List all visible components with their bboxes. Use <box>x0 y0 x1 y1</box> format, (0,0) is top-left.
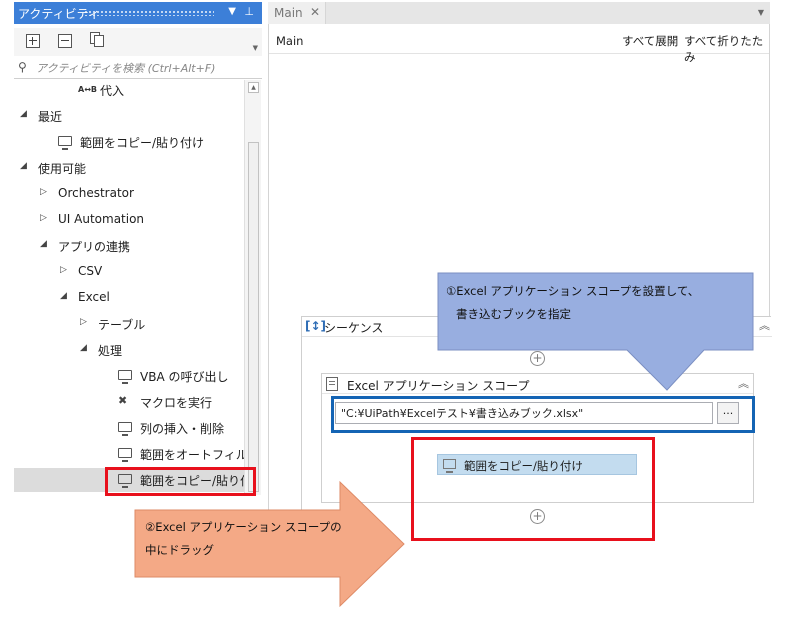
close-icon[interactable]: ✕ <box>310 5 320 19</box>
tree-item[interactable]: ▷ CSV <box>14 260 244 284</box>
activity-search[interactable]: ⚲ <box>14 57 262 79</box>
callout-2-line2: 中にドラッグ <box>145 543 214 557</box>
tree-item[interactable]: VBA の呼び出し <box>14 364 244 388</box>
tree-item[interactable]: 列の挿入・削除 <box>14 416 244 440</box>
tree-item-label: 処理 <box>98 344 123 358</box>
tree-item-label: テーブル <box>98 318 146 332</box>
copy-icon[interactable] <box>90 32 104 48</box>
activities-toolbar: ▼ <box>14 28 262 56</box>
monitor-icon <box>118 448 132 462</box>
tree-item-label: 最近 <box>38 110 63 124</box>
tree-item-label: 範囲をオートフィル <box>140 448 244 462</box>
callout-1-text: ①Excel アプリケーション スコープを設置して、 書き込むブックを指定 <box>446 280 746 326</box>
tab-label: Main <box>274 6 303 20</box>
tree-item[interactable]: 範囲をコピー/貼り付け <box>14 130 244 154</box>
tree-item[interactable]: ◢ 処理 <box>14 338 244 362</box>
tree-item[interactable]: ▷ UI Automation <box>14 208 244 232</box>
pin-icon[interactable]: ⊥ <box>244 5 254 18</box>
collapse-all-link[interactable]: すべて折りたたみ <box>684 33 769 65</box>
highlight-drop-area <box>411 437 655 541</box>
tree-item[interactable]: ◢ 最近 <box>14 104 244 128</box>
highlight-workbook-path <box>331 396 755 433</box>
monitor-icon <box>58 136 72 150</box>
collapsed-arrow-icon[interactable]: ▷ <box>40 213 47 223</box>
tree-item-label: VBA の呼び出し <box>140 370 229 384</box>
breadcrumb[interactable]: Main <box>276 34 303 48</box>
chevron-down-icon[interactable]: ▼ <box>758 8 764 17</box>
tree-item-label: Orchestrator <box>58 186 134 200</box>
excel-scope-icon <box>326 377 338 391</box>
activities-panel: アクティビティ ▼ ⊥ ▼ ⚲ A↔B代入 ◢ 最近範囲をコピー/貼り付け ◢ 使用可能… <box>14 0 262 495</box>
document-tab-strip: Main ✕ ▼ <box>268 2 770 24</box>
tree-item-label: 範囲をコピー/貼り付け <box>80 136 205 150</box>
tree-item-label: 列の挿入・削除 <box>140 422 225 436</box>
callout-1-line1: ①Excel アプリケーション スコープを設置して、 <box>446 284 700 298</box>
collapse-icon[interactable]: ︽ <box>759 317 770 333</box>
collapsed-arrow-icon[interactable]: ▷ <box>80 317 87 327</box>
tree-item[interactable]: ◢ Excel <box>14 286 244 310</box>
tree-item-label: CSV <box>78 264 103 278</box>
highlight-tree-item <box>105 467 256 496</box>
tree-item[interactable]: ▷ テーブル <box>14 312 244 336</box>
tree-item[interactable]: ▷ Orchestrator <box>14 182 244 206</box>
excel-scope-header: Excel アプリケーション スコープ ︽ <box>322 374 753 394</box>
chevron-down-icon[interactable]: ▼ <box>253 44 258 52</box>
tree-item-label: 使用可能 <box>38 162 87 176</box>
tab-main[interactable]: Main ✕ <box>268 2 326 24</box>
monitor-icon <box>118 370 132 384</box>
x-icon: ✖ <box>118 394 128 407</box>
expanded-arrow-icon[interactable]: ◢ <box>80 343 87 353</box>
titlebar-grip <box>84 10 214 16</box>
tree-item[interactable]: ◢ アプリの連携 <box>14 234 244 258</box>
tree-item[interactable]: ✖ マクロを実行 <box>14 390 244 414</box>
expand-all-link[interactable]: すべて展開 <box>622 33 678 49</box>
activity-tree: A↔B 代入 ◢ 最近範囲をコピー/貼り付け ◢ 使用可能 ▷ Orchestrator ▷ UI… <box>14 80 244 495</box>
sequence-title: シーケンス <box>324 321 384 335</box>
tree-item[interactable]: A↔B 代入 <box>14 80 244 102</box>
ab-icon: A↔B <box>78 85 97 94</box>
collapsed-arrow-icon[interactable]: ▷ <box>60 265 67 275</box>
add-activity-icon[interactable]: + <box>530 351 545 366</box>
callout-2-text: ②Excel アプリケーション スコープの 中にドラッグ <box>145 516 365 562</box>
scroll-thumb[interactable] <box>248 142 259 492</box>
tree-item-label: マクロを実行 <box>140 396 213 410</box>
collapse-icon[interactable]: ︽ <box>738 375 749 391</box>
callout-2-line1: ②Excel アプリケーション スコープの <box>145 520 342 534</box>
excel-scope-title: Excel アプリケーション スコープ <box>347 379 530 393</box>
search-icon: ⚲ <box>18 60 27 74</box>
tree-item-label: アプリの連携 <box>58 240 131 254</box>
callout-1-line2: 書き込むブックを指定 <box>456 307 571 321</box>
scroll-up-icon[interactable]: ▲ <box>248 82 259 93</box>
expanded-arrow-icon[interactable]: ◢ <box>20 109 27 119</box>
panel-menu-icon[interactable]: ▼ <box>228 6 236 17</box>
search-input[interactable] <box>36 59 256 77</box>
monitor-icon <box>118 422 132 436</box>
expanded-arrow-icon[interactable]: ◢ <box>20 161 27 171</box>
tree-item-label: Excel <box>78 290 110 304</box>
tree-item-label: UI Automation <box>58 212 145 226</box>
sequence-icon: [↕] <box>305 319 327 333</box>
tree-item[interactable]: ◢ 使用可能 <box>14 156 244 180</box>
activities-panel-titlebar: アクティビティ ▼ ⊥ <box>14 2 262 24</box>
collapsed-arrow-icon[interactable]: ▷ <box>40 187 47 197</box>
expanded-arrow-icon[interactable]: ◢ <box>60 291 67 301</box>
tree-scrollbar[interactable]: ▲ <box>244 80 261 495</box>
expand-all-icon[interactable] <box>26 34 40 48</box>
breadcrumb-bar: Main すべて展開 すべて折りたたみ <box>269 24 769 64</box>
tree-item-label: 代入 <box>100 84 125 98</box>
tree-item[interactable]: 範囲をオートフィル <box>14 442 244 466</box>
collapse-all-icon[interactable] <box>58 34 72 48</box>
expanded-arrow-icon[interactable]: ◢ <box>40 239 47 249</box>
